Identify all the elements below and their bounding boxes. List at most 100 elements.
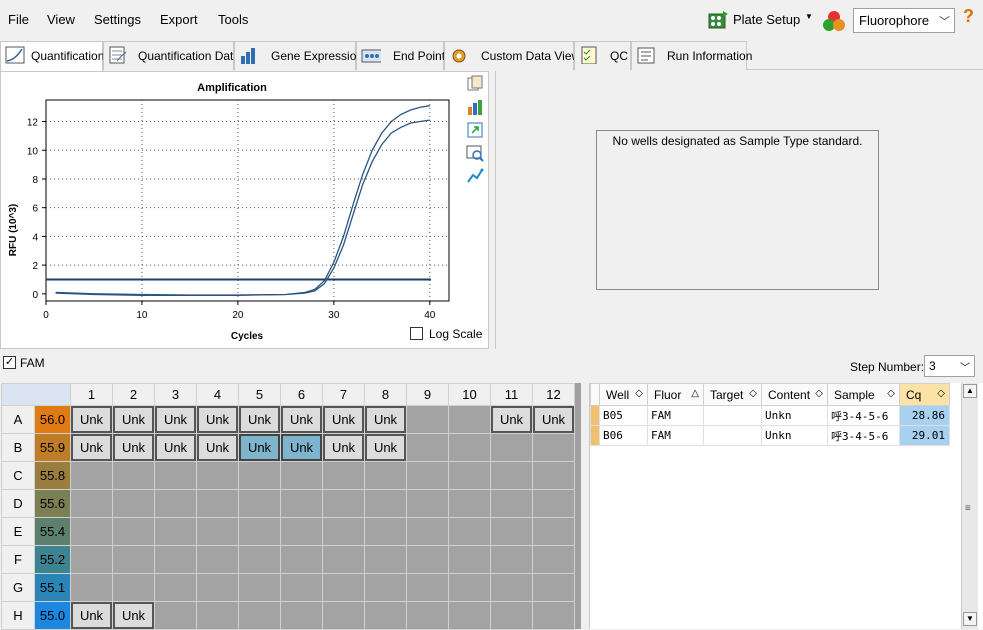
plate-well[interactable] (196, 489, 239, 518)
plate-well[interactable]: Unk (112, 405, 155, 434)
plate-well[interactable] (112, 517, 155, 546)
scroll-grip-icon[interactable]: ≡ (965, 503, 971, 514)
tab-quantification[interactable]: Quantification (0, 41, 104, 71)
menu-tools[interactable]: Tools (218, 12, 248, 27)
plate-row-header[interactable]: F (1, 545, 35, 574)
plate-well[interactable] (490, 461, 533, 490)
zoom-chart-icon[interactable] (466, 144, 484, 162)
plate-well[interactable] (448, 545, 491, 574)
plate-well[interactable] (490, 573, 533, 602)
plate-well[interactable] (196, 461, 239, 490)
plate-well[interactable] (532, 573, 575, 602)
plate-well[interactable] (238, 461, 281, 490)
copy-icon[interactable] (466, 75, 484, 93)
plate-well[interactable] (490, 545, 533, 574)
plate-well[interactable] (238, 517, 281, 546)
plate-well[interactable] (448, 517, 491, 546)
plate-well[interactable]: Unk (70, 601, 113, 630)
plate-well[interactable] (448, 405, 491, 434)
curve-fit-icon[interactable] (466, 167, 484, 185)
plate-well[interactable] (322, 545, 365, 574)
plate-well[interactable]: Unk (280, 433, 323, 462)
plate-well[interactable]: Unk (238, 433, 281, 462)
vertical-scrollbar[interactable]: ▲ ≡ ▼ (961, 383, 978, 629)
plate-well[interactable]: Unk (364, 433, 407, 462)
results-column-header[interactable]: Cq ◇ (899, 383, 950, 406)
plate-column-header[interactable]: 1 (70, 383, 113, 406)
amplification-chart[interactable]: Amplification Cycles RFU (10^3) 0 10 20 30 4… (1, 72, 461, 348)
plate-well[interactable] (280, 517, 323, 546)
plate-well[interactable]: Unk (364, 405, 407, 434)
plate-row-header[interactable]: H (1, 601, 35, 630)
plate-well[interactable] (154, 489, 197, 518)
plate-well[interactable]: Unk (280, 405, 323, 434)
plate-row-header[interactable]: A (1, 405, 35, 434)
sort-icon[interactable]: ◇ (749, 388, 760, 399)
plate-well[interactable] (70, 545, 113, 574)
plate-well[interactable] (406, 573, 449, 602)
plate-well[interactable]: Unk (154, 405, 197, 434)
results-column-header[interactable]: Content ◇ (761, 383, 828, 406)
plate-well[interactable] (532, 489, 575, 518)
menu-export[interactable]: Export (160, 12, 198, 27)
plate-row-header[interactable]: E (1, 517, 35, 546)
fluorophore-color-icon[interactable] (821, 8, 847, 34)
plate-well[interactable] (322, 601, 365, 630)
plate-well[interactable]: Unk (322, 405, 365, 434)
plate-column-header[interactable]: 2 (112, 383, 155, 406)
plate-well[interactable] (322, 517, 365, 546)
tab-quantification-data[interactable]: Quantification Data (103, 41, 240, 70)
plate-well[interactable] (70, 573, 113, 602)
help-icon[interactable]: ? (963, 6, 974, 27)
plate-well[interactable] (406, 489, 449, 518)
plate-well[interactable]: Unk (532, 405, 575, 434)
plate-well[interactable] (532, 461, 575, 490)
tab-end-point[interactable]: End Point (356, 41, 445, 70)
plate-column-header[interactable]: 3 (154, 383, 197, 406)
plate-well[interactable] (532, 601, 575, 630)
plate-column-header[interactable]: 11 (490, 383, 533, 406)
plate-well[interactable] (322, 461, 365, 490)
sort-icon[interactable]: ◇ (815, 388, 826, 399)
scroll-up-arrow-icon[interactable]: ▲ (963, 384, 977, 398)
plate-well[interactable] (280, 573, 323, 602)
plate-well[interactable]: Unk (112, 433, 155, 462)
plate-well[interactable] (364, 517, 407, 546)
fluorophore-select[interactable]: Fluorophore ﹀ (853, 8, 955, 33)
plate-well[interactable] (238, 545, 281, 574)
plate-well[interactable] (154, 461, 197, 490)
plate-corner[interactable] (1, 383, 71, 406)
menu-file[interactable]: File (8, 12, 29, 27)
plate-well[interactable]: Unk (238, 405, 281, 434)
plate-well[interactable]: Unk (112, 601, 155, 630)
plate-well[interactable] (490, 517, 533, 546)
plate-well[interactable] (280, 545, 323, 574)
plate-well[interactable]: Unk (322, 433, 365, 462)
plate-well[interactable] (154, 573, 197, 602)
plate-well[interactable] (364, 545, 407, 574)
plate-well[interactable] (322, 489, 365, 518)
tab-run-information[interactable]: Run Information (631, 41, 752, 70)
plate-well[interactable] (70, 489, 113, 518)
sort-icon[interactable]: ◇ (937, 388, 948, 399)
plate-row-header[interactable]: B (1, 433, 35, 462)
plate-column-header[interactable]: 4 (196, 383, 239, 406)
log-scale-checkbox[interactable] (410, 327, 423, 340)
plate-well[interactable] (532, 433, 575, 462)
export-chart-icon[interactable] (466, 121, 484, 139)
plate-well[interactable] (532, 545, 575, 574)
results-column-header[interactable]: Well ◇ (599, 383, 648, 406)
fam-checkbox[interactable]: ✓ (3, 356, 16, 369)
plate-row-header[interactable]: D (1, 489, 35, 518)
plate-well[interactable] (154, 545, 197, 574)
plate-well[interactable] (406, 545, 449, 574)
plate-well[interactable] (448, 573, 491, 602)
plate-well[interactable]: Unk (196, 433, 239, 462)
plate-row-header[interactable]: G (1, 573, 35, 602)
plate-well[interactable] (490, 433, 533, 462)
plate-row-header[interactable]: C (1, 461, 35, 490)
plate-well[interactable] (322, 573, 365, 602)
plate-well[interactable]: Unk (196, 405, 239, 434)
plate-well[interactable] (112, 573, 155, 602)
chart-settings-icon[interactable] (466, 98, 484, 116)
